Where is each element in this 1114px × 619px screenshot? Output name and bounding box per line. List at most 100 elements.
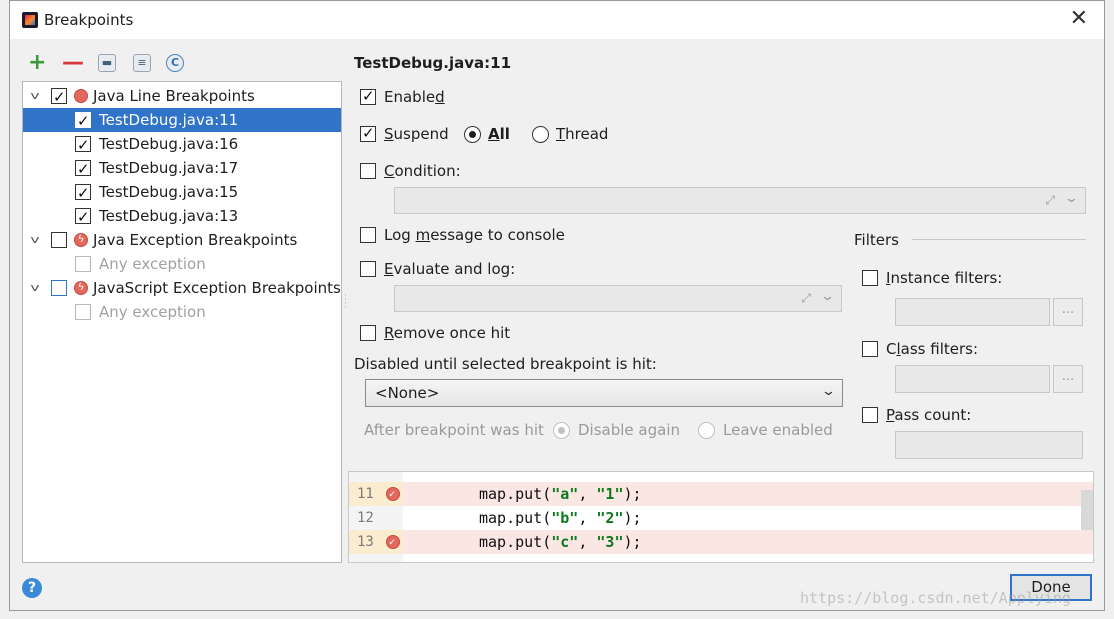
group-checkbox[interactable]: [51, 232, 67, 248]
enabled-label-pre: Enable: [384, 88, 436, 106]
tree-item-label: TestDebug.java:15: [99, 183, 239, 201]
log-message-label: Log message to console: [384, 225, 565, 245]
disabled-until-label: Disabled until selected breakpoint is hi…: [354, 355, 657, 373]
chevron-down-icon[interactable]: v: [24, 84, 46, 108]
item-checkbox[interactable]: [75, 256, 91, 272]
tree-group-javascript-exception[interactable]: v ϟ JavaScript Exception Breakpoints: [23, 276, 341, 300]
chevron-down-icon[interactable]: v: [24, 228, 46, 252]
condition-mnemonic: C: [384, 162, 395, 180]
radio-circle[interactable]: [464, 126, 481, 143]
pass-count-field[interactable]: [895, 431, 1083, 459]
instance-filters-browse-button[interactable]: ...: [1053, 298, 1083, 326]
radio-circle[interactable]: [698, 422, 715, 439]
disabled-until-select[interactable]: <None> ⌄: [365, 379, 843, 407]
disable-again-label: Disable again: [578, 421, 680, 439]
tree-group-label: Java Line Breakpoints: [93, 87, 255, 105]
class-filters-label: Class filters:: [886, 339, 978, 359]
code-end: );: [623, 485, 642, 503]
splitter-handle[interactable]: · · · ·: [344, 292, 347, 313]
group-checkbox[interactable]: [51, 280, 67, 296]
title-bar: Breakpoints ✕: [10, 1, 1104, 39]
code-sep: ,: [578, 509, 597, 527]
group-by-file-icon[interactable]: ≡: [133, 54, 151, 72]
tree-item[interactable]: TestDebug.java:11: [23, 108, 341, 133]
remove-mnemonic: R: [384, 324, 394, 342]
code-end: );: [623, 533, 642, 551]
evaluate-log-field[interactable]: ⤢ ⌄: [394, 285, 842, 312]
item-checkbox[interactable]: [75, 109, 91, 133]
item-checkbox[interactable]: [75, 205, 91, 229]
evaluate-label-post: valuate and log:: [393, 260, 516, 278]
tree-item[interactable]: TestDebug.java:13: [23, 204, 341, 229]
radio-circle[interactable]: [553, 422, 570, 439]
help-icon[interactable]: ?: [22, 578, 42, 598]
breakpoint-marker-icon[interactable]: [386, 483, 400, 507]
string-literal: "3": [596, 533, 624, 551]
group-by-class-icon[interactable]: C: [166, 54, 184, 72]
item-checkbox[interactable]: [75, 157, 91, 181]
radio-circle[interactable]: [532, 126, 549, 143]
tree-item[interactable]: TestDebug.java:17: [23, 156, 341, 181]
close-icon[interactable]: ✕: [1070, 7, 1088, 31]
tree-item[interactable]: Any exception: [23, 252, 341, 276]
checkbox-box[interactable]: [862, 270, 878, 286]
expand-icon[interactable]: ⤢: [801, 291, 811, 306]
dialog-title: Breakpoints: [44, 11, 134, 29]
code-text: map.put("b", "2");: [479, 506, 642, 530]
tree-item[interactable]: Any exception: [23, 300, 341, 324]
string-literal: "1": [596, 485, 624, 503]
all-mnemonic: A: [488, 125, 500, 143]
checkbox-box[interactable]: [360, 261, 376, 277]
suspend-all-label: All: [488, 124, 510, 144]
filters-title: Filters: [854, 231, 899, 249]
code-line: 12 map.put("b", "2");: [349, 506, 1093, 530]
checkbox-box[interactable]: [360, 123, 376, 143]
checkbox-box[interactable]: [862, 341, 878, 357]
enabled-mnemonic: d: [435, 88, 445, 106]
class-filters-field[interactable]: [895, 365, 1050, 393]
enabled-label: Enabled: [384, 87, 445, 107]
item-checkbox[interactable]: [75, 181, 91, 205]
checkbox-box[interactable]: [360, 227, 376, 243]
chevron-down-icon[interactable]: ⌄: [821, 384, 836, 399]
string-literal: "c": [551, 533, 579, 551]
breakpoints-dialog: Breakpoints ✕ + — ▬ ≡ C v Java Line Brea…: [9, 0, 1105, 611]
checkbox-box[interactable]: [360, 163, 376, 179]
code-scrollbar[interactable]: [1081, 490, 1093, 530]
group-by-package-icon[interactable]: ▬: [98, 54, 116, 72]
log-label-pre: Log: [384, 226, 416, 244]
code-sep: ,: [578, 485, 597, 503]
tree-group-java-line[interactable]: v Java Line Breakpoints: [23, 84, 341, 109]
dialog-content: + — ▬ ≡ C v Java Line Breakpoints TestDe…: [10, 39, 1104, 610]
string-literal: "a": [551, 485, 579, 503]
checkbox-box[interactable]: [360, 86, 376, 106]
remove-breakpoint-icon[interactable]: —: [62, 52, 84, 74]
tree-item[interactable]: TestDebug.java:16: [23, 132, 341, 157]
chevron-down-icon[interactable]: ⌄: [820, 289, 835, 304]
filters-divider: [912, 239, 1086, 240]
suspend-mnemonic: S: [384, 125, 394, 143]
item-checkbox[interactable]: [75, 304, 91, 320]
tree-item[interactable]: TestDebug.java:15: [23, 180, 341, 205]
breakpoints-tree[interactable]: v Java Line Breakpoints TestDebug.java:1…: [22, 81, 342, 563]
chevron-down-icon[interactable]: ⌄: [1064, 191, 1079, 206]
item-checkbox[interactable]: [75, 133, 91, 157]
all-label-post: ll: [499, 125, 510, 143]
thread-label-post: hread: [565, 125, 609, 143]
class-filters-browse-button[interactable]: ...: [1053, 365, 1083, 393]
add-breakpoint-icon[interactable]: +: [28, 52, 46, 74]
checkbox-box[interactable]: [360, 325, 376, 341]
group-checkbox[interactable]: [51, 85, 67, 109]
condition-field[interactable]: ⤢ ⌄: [394, 187, 1086, 214]
checkbox-box[interactable]: [862, 407, 878, 423]
code-call: map.put(: [479, 509, 552, 527]
remove-label-post: emove once hit: [393, 324, 511, 342]
tree-group-java-exception[interactable]: v ϟ Java Exception Breakpoints: [23, 228, 341, 252]
instance-filters-field[interactable]: [895, 298, 1050, 326]
expand-icon[interactable]: ⤢: [1045, 193, 1055, 208]
code-text: map.put("c", "3");: [479, 530, 642, 554]
code-call: map.put(: [479, 485, 552, 503]
instance-label-post: nstance filters:: [890, 269, 1003, 287]
breakpoint-marker-icon[interactable]: [386, 531, 400, 555]
chevron-down-icon[interactable]: v: [24, 276, 46, 300]
